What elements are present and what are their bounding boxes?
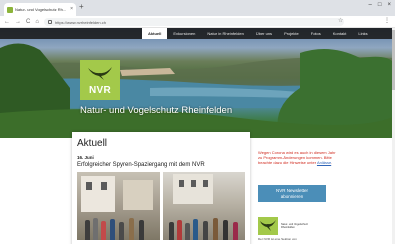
nav-item-aktuell[interactable]: Aktuell: [142, 28, 168, 39]
hero-landscape-image: [0, 43, 395, 138]
person: [184, 223, 190, 240]
forward-button[interactable]: →: [15, 19, 21, 25]
person: [119, 222, 124, 240]
sidebar-logo[interactable]: Natur- und Vogelschutz Rheinfelden: [258, 216, 320, 236]
news-card: Aktuell 16. Juni Erfolgreicher Spyren-Sp…: [72, 132, 250, 244]
browser-tab[interactable]: Natur- und Vogelschutz Rh... ×: [4, 3, 76, 16]
maximize-button[interactable]: □: [378, 2, 382, 8]
person: [168, 222, 174, 240]
sidebar-logo-caption: Natur- und Vogelschutz Rheinfelden: [281, 223, 308, 229]
person: [110, 219, 115, 240]
tab-title: Natur- und Vogelschutz Rh...: [15, 7, 67, 12]
post-date: 16. Juni: [77, 155, 94, 160]
site-title: Natur- und Vogelschutz Rheinfelden: [80, 105, 233, 116]
person: [212, 218, 218, 240]
browser-window: Natur- und Vogelschutz Rh... × + – □ × ←…: [0, 0, 395, 244]
swallow-icon: [260, 220, 276, 231]
person: [232, 222, 238, 240]
swallow-icon: [88, 67, 112, 80]
address-bar[interactable]: https://www.nvrheinfelden.ch: [44, 18, 344, 26]
browser-toolbar: ← → C ⌂ https://www.nvrheinfelden.ch ☆ ⋮: [0, 16, 395, 28]
tab-strip: Natur- und Vogelschutz Rh... × + – □ ×: [0, 0, 395, 16]
nav-item-natur[interactable]: Natur in Rheinfelden: [201, 28, 249, 39]
nav-item-kontakt[interactable]: Kontakt: [327, 28, 353, 39]
anlaesse-link[interactable]: Anlässe: [317, 160, 331, 165]
nav-item-exkursionen[interactable]: Exkursionen: [167, 28, 201, 39]
page-viewport: Aktuell Exkursionen Natur in Rheinfelden…: [0, 28, 395, 244]
bookmark-star-icon[interactable]: ☆: [338, 17, 343, 24]
window: [101, 182, 107, 190]
notice-end: .: [331, 160, 333, 165]
hero-banner: Aktuell Exkursionen Natur in Rheinfelden…: [0, 28, 395, 138]
home-button[interactable]: ⌂: [35, 19, 39, 25]
post-title[interactable]: Erfolgreicher Spyren-Spaziergang mit dem…: [77, 162, 245, 168]
main-nav: Aktuell Exkursionen Natur in Rheinfelden…: [0, 28, 395, 39]
newsletter-label-2: abonnieren: [280, 193, 304, 199]
post-photos: [77, 172, 245, 240]
person: [93, 218, 98, 240]
window: [202, 180, 208, 187]
url-text[interactable]: https://www.nvrheinfelden.ch: [55, 20, 106, 25]
building: [172, 174, 213, 204]
person: [222, 220, 228, 240]
person: [176, 220, 182, 240]
section-title: Aktuell: [77, 138, 108, 149]
person: [85, 220, 90, 240]
nav-item-ueber-uns[interactable]: Über uns: [250, 28, 278, 39]
newsletter-button[interactable]: NVR Newsletter abonnieren: [258, 185, 326, 202]
window: [178, 180, 184, 187]
browser-menu-icon[interactable]: ⋮: [384, 17, 390, 24]
sidebar-caption: Der NVR ist eine Sektion von: [258, 237, 297, 241]
window: [190, 180, 196, 187]
person: [129, 218, 134, 240]
post-photo-1[interactable]: [77, 172, 160, 240]
post-photo-2[interactable]: [162, 172, 245, 240]
nav-item-fotos[interactable]: Fotos: [305, 28, 327, 39]
corona-notice: Wegen Corona wird es auch in diesem Jahr…: [258, 150, 338, 165]
window-controls: – □ ×: [369, 2, 391, 8]
person: [192, 219, 198, 240]
person: [101, 221, 106, 240]
building: [123, 180, 153, 210]
window: [86, 182, 92, 190]
nav-item-links[interactable]: Links: [352, 28, 373, 39]
person: [202, 221, 208, 240]
reload-button[interactable]: C: [26, 19, 30, 25]
lock-icon: [48, 20, 52, 24]
nav-item-projekte[interactable]: Projekte: [278, 28, 305, 39]
new-tab-button[interactable]: +: [79, 3, 84, 11]
logo-text: NVR: [88, 85, 111, 96]
site-logo[interactable]: NVR: [80, 60, 120, 100]
close-window-button[interactable]: ×: [387, 2, 391, 8]
favicon-icon: [7, 6, 13, 13]
person: [139, 220, 144, 240]
tab-close-icon[interactable]: ×: [70, 7, 73, 12]
sidebar-logo-mark: [258, 217, 278, 235]
back-button[interactable]: ←: [4, 19, 10, 25]
minimize-button[interactable]: –: [369, 2, 372, 8]
